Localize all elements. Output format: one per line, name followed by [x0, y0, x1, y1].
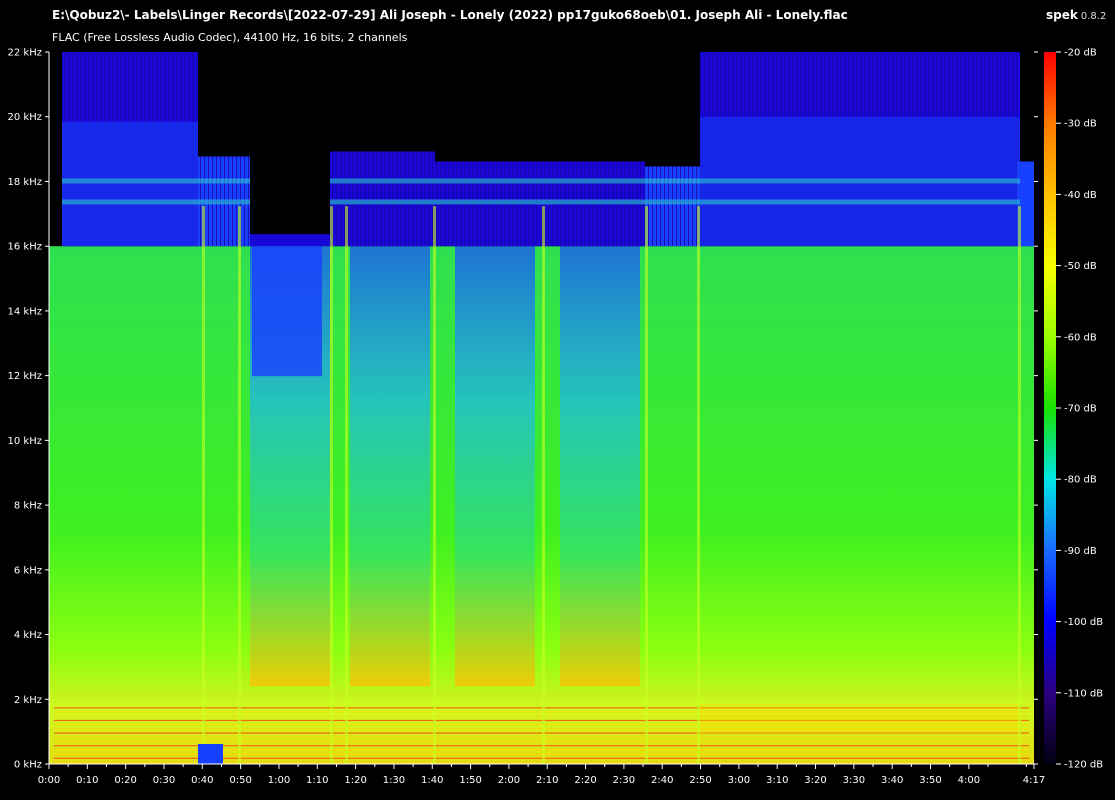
- time-tick-label: 1:20: [344, 775, 366, 786]
- frequency-tick-label: 6 kHz: [14, 565, 42, 576]
- time-tick-label: 0:10: [76, 775, 98, 786]
- time-tick-label: 2:50: [689, 775, 711, 786]
- spectrogram-plot: [49, 52, 1034, 764]
- time-tick-label: 1:40: [421, 775, 443, 786]
- time-axis: 0:00 0:10 0:20 0:30 0:40 0:50 1:00 1:10 1:20 1:30…: [38, 763, 1045, 786]
- time-tick-label: 0:50: [229, 775, 251, 786]
- frequency-tick-label: 0 kHz: [14, 760, 42, 771]
- frequency-tick-label: 22 kHz: [8, 48, 42, 59]
- time-tick-label: 1:10: [306, 775, 328, 786]
- frequency-tick-label: 12 kHz: [8, 371, 42, 382]
- time-tick-label: 3:30: [843, 775, 865, 786]
- level-tick-label: -70 dB: [1064, 404, 1097, 415]
- frequency-tick-label: 14 kHz: [8, 306, 42, 317]
- time-tick-label: 0:30: [153, 775, 175, 786]
- time-tick-label: 1:50: [459, 775, 481, 786]
- level-tick-label: -120 dB: [1064, 760, 1103, 771]
- time-tick-label: 3:40: [881, 775, 903, 786]
- frequency-tick-label: 10 kHz: [8, 436, 42, 447]
- time-tick-label: 0:40: [191, 775, 213, 786]
- time-tick-label: 4:00: [958, 775, 980, 786]
- spectrogram-view[interactable]: 0 kHz 2 kHz 4 kHz 6 kHz 8 kHz 10 kHz 12 kHz 14 …: [0, 0, 1115, 800]
- frequency-tick-label: 18 kHz: [8, 177, 42, 188]
- level-tick-label: -110 dB: [1064, 688, 1103, 699]
- level-tick-label: -50 dB: [1064, 261, 1097, 272]
- level-tick-label: -30 dB: [1064, 119, 1097, 130]
- level-tick-label: -40 dB: [1064, 190, 1097, 201]
- time-tick-label: 2:00: [498, 775, 520, 786]
- time-tick-label: 1:00: [268, 775, 290, 786]
- time-tick-label: 1:30: [383, 775, 405, 786]
- level-tick-label: -60 dB: [1064, 332, 1097, 343]
- time-tick-label: 4:17: [1023, 775, 1045, 786]
- time-tick-label: 2:20: [574, 775, 596, 786]
- frequency-tick-label: 16 kHz: [8, 242, 42, 253]
- time-tick-label: 3:50: [919, 775, 941, 786]
- time-tick-label: 3:20: [804, 775, 826, 786]
- level-tick-label: -20 dB: [1064, 48, 1097, 59]
- time-tick-label: 2:40: [651, 775, 673, 786]
- level-scale: -20 dB -30 dB -40 dB -50 dB -60 dB -70 dB -80 …: [1044, 48, 1103, 771]
- time-tick-label: 0:00: [38, 775, 60, 786]
- frequency-tick-label: 20 kHz: [8, 112, 42, 123]
- level-tick-label: -90 dB: [1064, 546, 1097, 557]
- frequency-tick-label: 8 kHz: [14, 501, 42, 512]
- time-tick-label: 0:20: [114, 775, 136, 786]
- time-tick-label: 2:10: [536, 775, 558, 786]
- time-tick-label: 2:30: [613, 775, 635, 786]
- level-tick-label: -100 dB: [1064, 617, 1103, 628]
- frequency-tick-label: 2 kHz: [14, 695, 42, 706]
- level-colorbar: [1044, 52, 1056, 764]
- time-tick-label: 3:00: [728, 775, 750, 786]
- frequency-tick-label: 4 kHz: [14, 630, 42, 641]
- level-tick-label: -80 dB: [1064, 475, 1097, 486]
- time-tick-label: 3:10: [766, 775, 788, 786]
